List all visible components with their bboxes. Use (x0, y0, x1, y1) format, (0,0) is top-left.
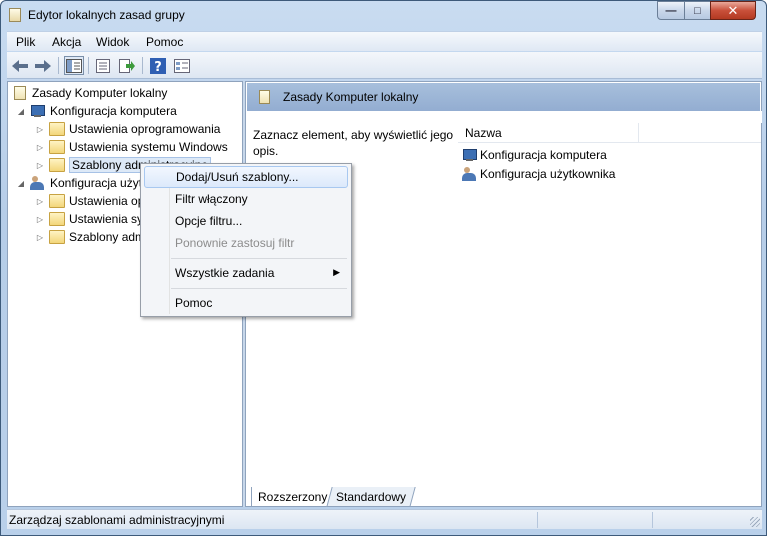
tree-item-label: Zasady Komputer lokalny (32, 86, 168, 100)
folder-icon (49, 158, 65, 172)
title-bar[interactable]: Edytor lokalnych zasad grupy — □ ✕ (1, 1, 766, 29)
menu-item-add-remove-templates[interactable]: Dodaj/Usuń szablony... (144, 166, 348, 188)
show-tree-button[interactable] (64, 56, 84, 75)
tab-extended[interactable]: Rozszerzony (251, 487, 335, 507)
menu-plik[interactable]: Plik (16, 35, 35, 49)
forward-arrow-icon (35, 59, 51, 72)
tree-item-windows-settings[interactable]: ▷ Ustawienia systemu Windows (35, 138, 228, 156)
menu-item-all-tasks[interactable]: Wszystkie zadania ▶ (144, 262, 348, 284)
folder-icon (49, 140, 65, 154)
folder-icon (49, 122, 65, 136)
back-button[interactable] (10, 56, 30, 75)
column-header-name[interactable]: Nazwa (465, 126, 502, 140)
menu-item-label: Wszystkie zadania (175, 266, 275, 280)
properties-icon (96, 58, 110, 73)
minimize-button[interactable]: — (657, 1, 685, 20)
menu-widok[interactable]: Widok (96, 35, 129, 49)
tree-item-root[interactable]: Zasady Komputer lokalny (12, 84, 167, 102)
computer-icon (30, 104, 46, 118)
list-header: Nazwa (458, 123, 761, 143)
tree-item-computer-config[interactable]: ◢ Konfiguracja komputera (16, 102, 177, 120)
expand-triangle-icon[interactable]: ▷ (35, 160, 45, 170)
menu-pomoc[interactable]: Pomoc (146, 35, 183, 49)
tab-standard[interactable]: Standardowy (326, 487, 416, 507)
submenu-arrow-icon: ▶ (333, 267, 340, 277)
maximize-button[interactable]: □ (684, 1, 711, 20)
tree-item-label: Ustawienia systemu Windows (69, 140, 228, 154)
menu-bar: Plik Akcja Widok Pomoc (7, 31, 762, 51)
policy-document-icon (14, 86, 26, 100)
resize-grip-icon[interactable] (750, 517, 760, 527)
menu-item-reapply-filter: Ponownie zastosuj filtr (175, 236, 295, 250)
users-icon (462, 167, 478, 181)
forward-button[interactable] (33, 56, 53, 75)
properties-button[interactable] (93, 56, 113, 75)
expand-triangle-icon[interactable]: ▷ (35, 142, 45, 152)
policy-document-icon (259, 90, 270, 104)
context-menu: Dodaj/Usuń szablony... Filtr włączony Op… (140, 163, 352, 317)
help-icon: ? (150, 57, 166, 74)
list-item-label: Konfiguracja użytkownika (480, 167, 616, 181)
folder-icon (49, 194, 65, 208)
tree-item-software-settings[interactable]: ▷ Ustawienia oprogramowania (35, 120, 220, 138)
collapse-triangle-icon[interactable]: ◢ (16, 106, 26, 116)
app-window: Edytor lokalnych zasad grupy — □ ✕ Plik … (0, 0, 767, 536)
menu-item-filter-on[interactable]: Filtr włączony (144, 188, 348, 210)
minimize-icon: — (665, 4, 677, 17)
tree-item-label: Ustawienia oprogramowania (69, 122, 221, 136)
menu-item-help[interactable]: Pomoc (144, 292, 348, 314)
policy-document-icon (9, 8, 21, 22)
maximize-icon: □ (694, 4, 701, 17)
tab-standard-label: Standardowy (336, 490, 407, 504)
users-icon (30, 176, 46, 190)
svg-text:?: ? (154, 60, 162, 74)
status-bar: Zarządzaj szablonami administracyjnymi (7, 509, 762, 529)
window-title: Edytor lokalnych zasad grupy (28, 8, 185, 22)
folder-icon (49, 230, 65, 244)
tree-item-label: Konfiguracja komputera (50, 104, 177, 118)
details-header: Zasady Komputer lokalny (247, 83, 760, 111)
menu-item-filter-options[interactable]: Opcje filtru... (144, 210, 348, 232)
expand-triangle-icon[interactable]: ▷ (35, 124, 45, 134)
close-icon: ✕ (727, 2, 739, 18)
details-header-title: Zasady Komputer lokalny (283, 90, 419, 104)
folder-icon (49, 212, 65, 226)
show-tree-icon (66, 58, 82, 73)
help-button[interactable]: ? (148, 56, 168, 75)
status-text: Zarządzaj szablonami administracyjnymi (9, 513, 225, 527)
description-text: Zaznacz element, aby wyświetlić jego opi… (253, 128, 454, 158)
back-arrow-icon (12, 59, 28, 72)
menu-akcja[interactable]: Akcja (52, 35, 81, 49)
collapse-triangle-icon[interactable]: ◢ (16, 178, 26, 188)
toolbar: ? (7, 52, 762, 79)
expand-triangle-icon[interactable]: ▷ (35, 232, 45, 242)
list-item-user-config[interactable]: Konfiguracja użytkownika (462, 165, 615, 183)
list-item-label: Konfiguracja komputera (480, 148, 607, 162)
expand-triangle-icon[interactable]: ▷ (35, 196, 45, 206)
export-icon (119, 58, 135, 73)
computer-icon (462, 148, 478, 162)
view-icon (174, 58, 190, 73)
close-button[interactable]: ✕ (710, 1, 756, 20)
export-button[interactable] (117, 56, 137, 75)
view-button[interactable] (172, 56, 192, 75)
expand-triangle-icon[interactable]: ▷ (35, 214, 45, 224)
list-item-computer-config[interactable]: Konfiguracja komputera (462, 146, 607, 164)
